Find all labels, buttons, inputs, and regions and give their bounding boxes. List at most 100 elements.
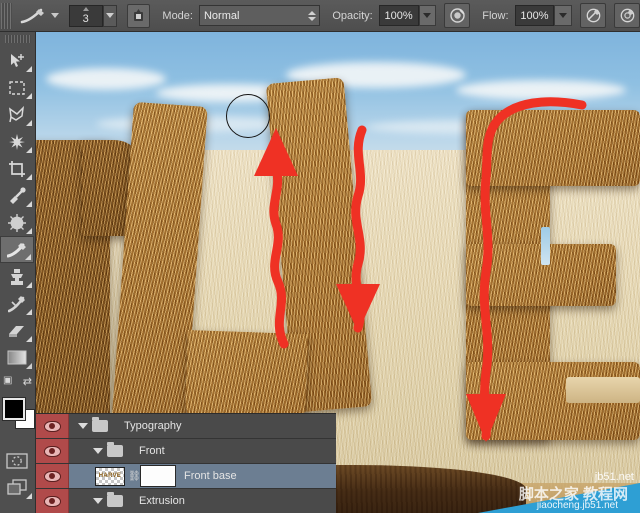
opacity-pressure-button[interactable] [444, 3, 471, 28]
flyout-corner-icon [26, 120, 32, 126]
opacity-input[interactable]: 100% [378, 5, 419, 26]
crop-icon [9, 160, 25, 177]
flyout-corner-icon [25, 254, 31, 260]
brush-icon [7, 242, 26, 257]
gradient-icon [7, 350, 27, 365]
flow-label: Flow: [482, 9, 509, 22]
pressure-opacity-icon [450, 8, 465, 23]
layer-row[interactable]: Extrusion [36, 489, 336, 513]
chevron-down-icon[interactable] [78, 423, 88, 429]
eye-icon [43, 470, 61, 482]
drag-grip-icon[interactable] [4, 35, 31, 43]
move-tool[interactable] [0, 47, 34, 74]
opacity-dropdown[interactable] [418, 5, 437, 26]
magic-wand-icon [9, 133, 25, 150]
tablet-pressure-button[interactable] [126, 3, 151, 28]
folder-icon [92, 417, 108, 432]
options-bar-grip[interactable] [1, 2, 12, 29]
flyout-corner-icon [26, 336, 32, 342]
lasso-tool[interactable] [0, 101, 34, 128]
layer-visibility-toggle[interactable] [36, 414, 69, 438]
stepper-updown-icon [308, 10, 317, 21]
flyout-corner-icon [26, 174, 32, 180]
eye-icon [43, 420, 61, 432]
layer-row[interactable]: HARVE ⛓ Front base [36, 464, 336, 489]
clone-stamp-icon [11, 268, 23, 285]
clone-stamp-tool[interactable] [0, 263, 34, 290]
brush-size-input[interactable]: 3 [68, 4, 103, 27]
layer-visibility-toggle[interactable] [36, 464, 69, 488]
tools-panel: ▣ ⇄ [0, 32, 36, 513]
layer-mask-thumbnail[interactable] [140, 465, 176, 487]
straw-letter [466, 110, 640, 186]
opacity-value: 100% [384, 9, 413, 22]
screen-mode-button[interactable] [0, 474, 34, 501]
eraser-tool[interactable] [0, 317, 34, 344]
layers-panel[interactable]: Typography Front HARVE ⛓ Front base Extr… [36, 413, 336, 513]
brush-tool[interactable] [0, 236, 34, 263]
layer-row[interactable]: Typography [36, 414, 336, 439]
flyout-corner-icon [26, 282, 32, 288]
tablet-pressure-icon [133, 9, 143, 21]
brush-size-tick-icon [82, 6, 89, 11]
airbrush-button[interactable] [580, 3, 607, 28]
sky-gap [541, 227, 550, 265]
marquee-dashed-rect-icon [9, 80, 25, 95]
brush-preset-picker[interactable] [18, 4, 48, 28]
watermark: jb51.net 脚本之家 教程网 jiaocheng.jb51.net [460, 469, 640, 513]
flyout-corner-icon [26, 309, 32, 315]
photoshop-window: 3 Mode: Normal Opacity: 100% Flow: 100% … [0, 0, 640, 513]
flyout-corner-icon [26, 228, 32, 234]
flyout-corner-icon [26, 201, 32, 207]
foreground-color-swatch[interactable] [1, 397, 26, 421]
chevron-down-icon[interactable] [93, 448, 103, 454]
pressure-size-button[interactable] [614, 3, 640, 28]
layer-name: Typography [124, 420, 182, 432]
history-brush-icon [8, 295, 25, 312]
folder-icon [107, 442, 123, 457]
eyedropper-tool[interactable] [0, 182, 34, 209]
screen-mode-icon [7, 479, 27, 495]
crop-tool[interactable] [0, 155, 34, 182]
layer-thumbnail[interactable]: HARVE [95, 466, 125, 486]
blend-mode-value: Normal [203, 9, 240, 22]
chevron-down-icon[interactable] [93, 498, 103, 504]
eye-icon [43, 445, 61, 457]
brush-size-spinner[interactable] [102, 4, 117, 27]
folder-icon [107, 492, 123, 507]
flyout-corner-icon [26, 93, 32, 99]
opacity-label: Opacity: [332, 9, 373, 22]
flyout-corner-icon [26, 363, 32, 369]
quick-selection-tool[interactable] [0, 128, 34, 155]
layer-name: Front base [184, 470, 237, 482]
straw-board [566, 377, 640, 403]
layer-visibility-toggle[interactable] [36, 439, 69, 463]
blend-mode-select[interactable]: Normal [198, 5, 321, 26]
brush-preset-chevron-down-icon[interactable] [50, 13, 59, 18]
gradient-tool[interactable] [0, 344, 34, 371]
cloud [46, 68, 166, 90]
eye-icon [43, 495, 61, 507]
swap-colors-icon[interactable]: ⇄ [23, 375, 32, 388]
link-icon[interactable]: ⛓ [128, 471, 141, 482]
layer-row[interactable]: Front [36, 439, 336, 464]
brush-stroke-icon [20, 8, 44, 23]
rectangular-marquee-tool[interactable] [0, 74, 34, 101]
color-swatches[interactable] [1, 397, 35, 437]
options-bar: 3 Mode: Normal Opacity: 100% Flow: 100% [0, 0, 640, 32]
default-colors-icon[interactable]: ▣ [3, 375, 12, 386]
spot-healing-tool[interactable] [0, 209, 34, 236]
watermark-line1: jb51.net [594, 471, 634, 483]
watermark-line3: jiaocheng.jb51.net [536, 500, 618, 511]
layer-visibility-toggle[interactable] [36, 489, 69, 513]
eraser-icon [9, 325, 24, 337]
quick-mask-button[interactable] [0, 447, 34, 474]
chevron-down-icon [559, 13, 568, 18]
move-arrow-icon [11, 53, 24, 67]
mode-label: Mode: [162, 9, 193, 22]
flow-dropdown[interactable] [554, 5, 573, 26]
history-brush-tool[interactable] [0, 290, 34, 317]
chevron-down-icon [423, 13, 432, 18]
flyout-corner-icon [26, 493, 32, 499]
flow-input[interactable]: 100% [514, 5, 555, 26]
